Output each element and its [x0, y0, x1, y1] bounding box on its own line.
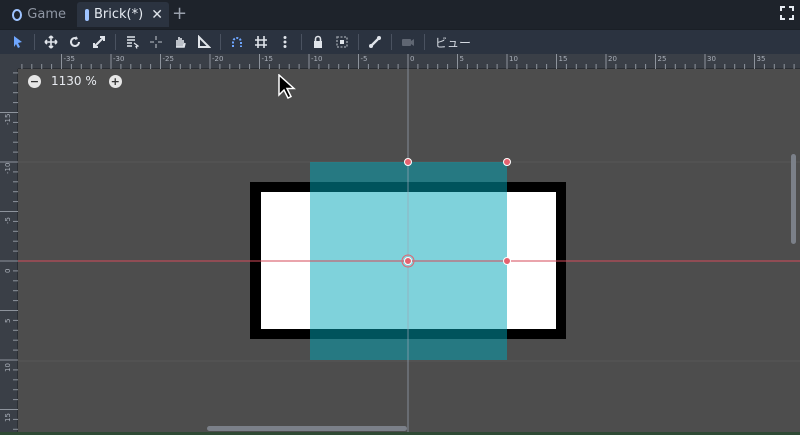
scale-mode-button[interactable]: [87, 31, 111, 53]
tab-game-label: Game: [27, 7, 66, 22]
tab-game[interactable]: Game: [4, 2, 74, 27]
ruler-label: 15: [558, 55, 568, 63]
ruler-horizontal[interactable]: -35 -30 -25 -20 -15 -10 -5 0 5 10 15 20 25 30 35: [18, 54, 800, 69]
move-arrows-icon: [44, 35, 58, 49]
toolbar-separator: [220, 34, 221, 50]
scene-square-icon: [85, 8, 89, 21]
cursor-arrow-icon: [14, 36, 22, 48]
ruler-label: 15: [4, 412, 12, 422]
hand-icon: [176, 37, 186, 48]
ruler-label: -15: [4, 113, 12, 125]
canvas-toolbar: ビュー: [0, 29, 800, 54]
ruler-label: 10: [509, 55, 518, 63]
smart-snap-button[interactable]: [225, 31, 249, 53]
add-tab-button[interactable]: +: [172, 3, 187, 24]
view-menu[interactable]: ビュー: [429, 34, 477, 51]
ruler-horizontal-ticks: [21, 54, 795, 69]
ruler-label: -5: [4, 216, 12, 224]
list-select-icon: [127, 36, 139, 49]
scene-tab-bar: Game Brick(*) ✕ +: [0, 0, 800, 29]
zoom-in-button[interactable]: +: [108, 74, 122, 88]
bone-icon: [369, 36, 381, 48]
ruler-label: -30: [113, 55, 125, 63]
scale-icon: [93, 36, 105, 48]
fullscreen-icon[interactable]: [780, 6, 794, 20]
grid-snap-icon: [255, 36, 267, 48]
zoom-controls: − 1130 % +: [28, 74, 122, 88]
toolbar-separator: [115, 34, 116, 50]
toolbar-separator: [358, 34, 359, 50]
group-button[interactable]: [330, 31, 354, 53]
pivot-mode-button[interactable]: [144, 31, 168, 53]
horizontal-scrollbar[interactable]: [207, 426, 407, 431]
tab-brick-label: Brick(*): [94, 7, 144, 22]
grid-snap-button[interactable]: [249, 31, 273, 53]
canvas-viewport[interactable]: -35 -30 -25 -20 -15 -10 -5 0 5 10 15 20 25 30 35 -15 -1…: [0, 54, 800, 435]
mouse-cursor-icon: [278, 74, 296, 100]
ruler-label: -25: [162, 55, 174, 63]
ruler-label: -10: [311, 55, 323, 63]
toolbar-separator: [391, 34, 392, 50]
ruler-label: 10: [4, 363, 12, 372]
ruler-label: -10: [4, 162, 12, 174]
toolbar-separator: [424, 34, 425, 50]
ruler-corner: [0, 54, 18, 69]
ruler-label: 25: [657, 55, 667, 63]
ruler-label: 35: [756, 55, 766, 63]
ruler-label: -5: [360, 55, 368, 63]
move-mode-button[interactable]: [39, 31, 63, 53]
ruler-label: -15: [261, 55, 273, 63]
top-right-handle[interactable]: [503, 158, 511, 166]
ruler-label: 0: [410, 55, 415, 63]
camera-override-button[interactable]: [396, 31, 420, 53]
ruler-vertical[interactable]: -15 -10 -5 0 5 10 15: [0, 69, 18, 435]
ruler-label: 0: [4, 268, 12, 273]
vertical-scrollbar[interactable]: [791, 154, 796, 244]
ruler-label: 5: [4, 318, 12, 323]
toolbar-separator: [301, 34, 302, 50]
ruler-mode-button[interactable]: [192, 31, 216, 53]
node-circle-icon: [12, 8, 23, 21]
tab-brick[interactable]: Brick(*) ✕: [77, 2, 169, 27]
group-icon: [336, 36, 348, 48]
rotate-icon: [70, 36, 80, 47]
select-mode-button[interactable]: [6, 31, 30, 53]
ruler-label: -20: [212, 55, 224, 63]
ruler-triangle-icon: [198, 35, 211, 48]
pivot-icon: [150, 36, 162, 48]
pan-mode-button[interactable]: [168, 31, 192, 53]
canvas-scene: [0, 69, 800, 435]
ruler-label: 5: [459, 55, 464, 63]
origin-handle[interactable]: [404, 257, 412, 265]
list-select-button[interactable]: [120, 31, 144, 53]
lock-icon: [314, 35, 322, 48]
skeleton-button[interactable]: [363, 31, 387, 53]
lock-button[interactable]: [306, 31, 330, 53]
ruler-label: -35: [63, 55, 75, 63]
toolbar-separator: [34, 34, 35, 50]
magnet-snap-icon: [232, 37, 242, 47]
snap-options-button[interactable]: [273, 31, 297, 53]
right-handle[interactable]: [503, 257, 511, 265]
more-vertical-icon: [283, 36, 287, 48]
rotate-mode-button[interactable]: [63, 31, 87, 53]
zoom-out-button[interactable]: −: [28, 74, 41, 88]
close-tab-icon[interactable]: ✕: [151, 7, 163, 23]
top-handle[interactable]: [404, 158, 412, 166]
ruler-label: 20: [608, 55, 617, 63]
camera-icon: [402, 39, 414, 46]
ruler-label: 30: [707, 55, 716, 63]
zoom-reset-button[interactable]: 1130 %: [51, 74, 97, 88]
